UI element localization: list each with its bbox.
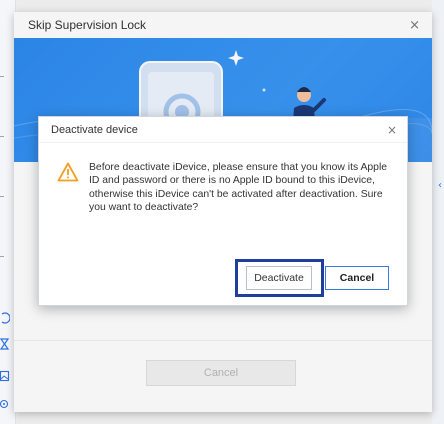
sidebar-dots: [0, 76, 4, 77]
background-right-panel: ‹: [432, 0, 444, 424]
deactivate-device-dialog: Deactivate device × Before deactivate iD…: [38, 116, 408, 306]
cancel-button[interactable]: Cancel: [325, 266, 389, 290]
warning-triangle-icon: [57, 162, 79, 182]
dialog-body: Before deactivate iDevice, please ensure…: [57, 161, 391, 215]
dialog-message: Before deactivate iDevice, please ensure…: [89, 162, 388, 214]
image-icon[interactable]: [0, 370, 10, 382]
sidebar-dots: [0, 196, 4, 197]
refresh-icon[interactable]: [0, 312, 10, 324]
chevron-left-icon[interactable]: ‹: [438, 180, 442, 191]
deactivate-button[interactable]: Deactivate: [246, 266, 312, 290]
settings-icon[interactable]: [0, 398, 10, 410]
dialog-titlebar: Deactivate device ×: [39, 117, 407, 143]
dialog-title: Deactivate device: [51, 123, 138, 136]
sidebar-dots: [0, 256, 4, 257]
close-icon[interactable]: ×: [387, 123, 397, 137]
hourglass-icon[interactable]: [0, 338, 10, 350]
sidebar-dots: [0, 136, 4, 137]
